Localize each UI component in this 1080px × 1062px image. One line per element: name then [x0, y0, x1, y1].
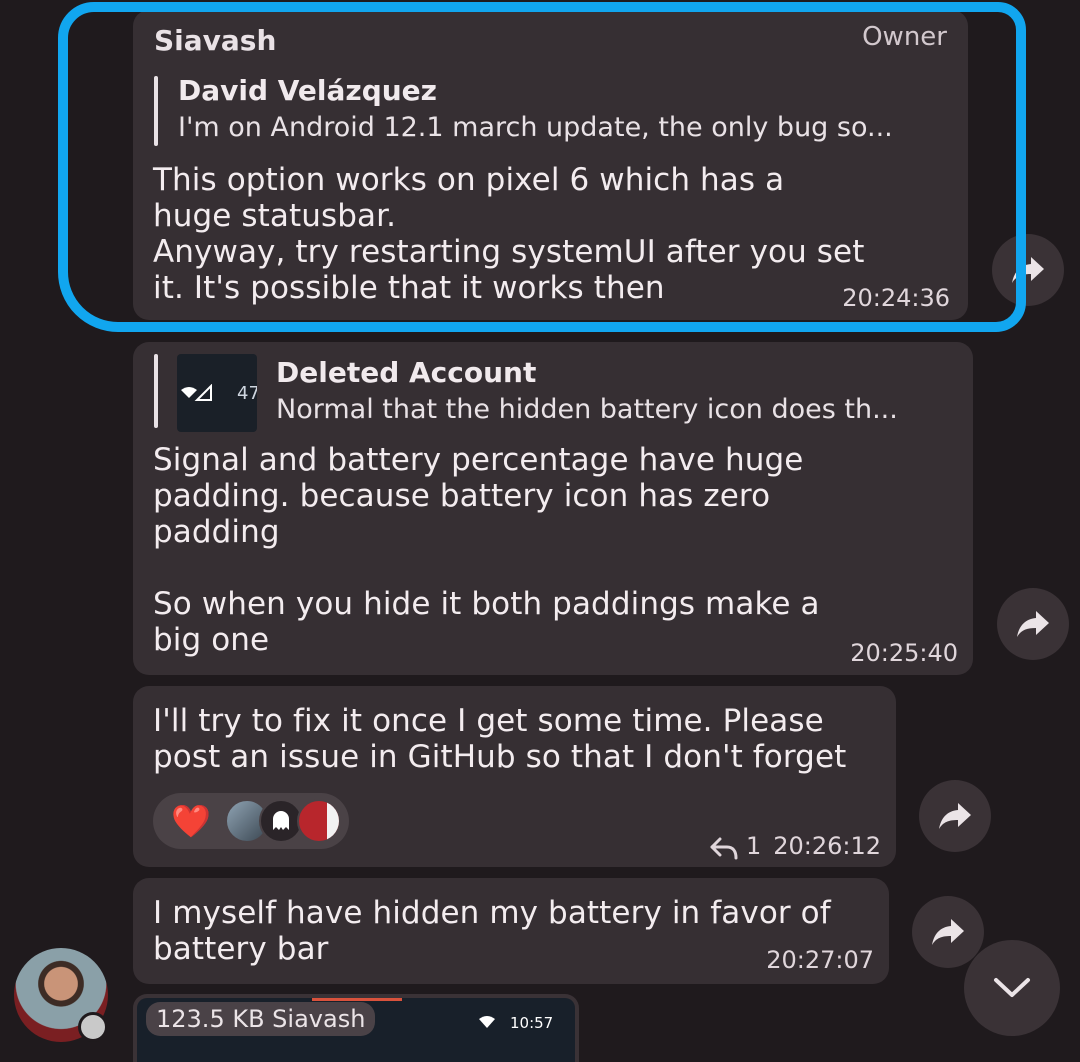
message-bubble-2[interactable]: 47 Deleted Account Normal that the hidde… [133, 342, 973, 675]
reply-bar [154, 76, 158, 146]
online-status-dot [78, 1012, 108, 1042]
message-text: I'll try to fix it once I get some time.… [153, 703, 847, 775]
file-size-label: 123.5 KB Siavash [146, 1002, 376, 1036]
message-bubble-1[interactable]: Siavash Owner David Velázquez I'm on And… [133, 10, 968, 320]
message-time: 20:25:40 [850, 639, 958, 667]
media-message[interactable]: 123.5 KB Siavash 10:57 [133, 994, 579, 1062]
reply-count[interactable]: 1 [746, 832, 761, 860]
forward-arrow-icon [932, 919, 964, 945]
signal-icon [181, 384, 212, 401]
scroll-down-button[interactable] [964, 940, 1060, 1036]
reply-arrow-icon [710, 837, 738, 860]
reply-thumbnail: 47 [177, 354, 257, 432]
forward-button[interactable] [919, 780, 991, 852]
reply-preview-text[interactable]: I'm on Android 12.1 march update, the on… [178, 112, 893, 143]
reply-preview-text[interactable]: Normal that the hidden battery icon does… [276, 394, 898, 425]
forward-button[interactable] [992, 234, 1064, 306]
ghost-icon [273, 811, 289, 830]
reactor-avatar-3 [297, 799, 341, 843]
message-time: 20:26:12 [773, 832, 881, 860]
preview-clock: 10:57 [510, 1014, 554, 1032]
reactions-bar[interactable]: ❤️ [153, 793, 349, 849]
message-text: This option works on pixel 6 which has a… [153, 162, 865, 306]
message-time: 20:27:07 [766, 946, 874, 974]
reply-bar [154, 354, 158, 428]
chevron-down-icon [994, 978, 1030, 997]
forward-arrow-icon [1012, 257, 1044, 283]
message-time: 20:24:36 [842, 284, 950, 312]
thumbnail-number: 47 [237, 383, 257, 404]
owner-badge: Owner [862, 22, 947, 52]
reply-sender-name[interactable]: Deleted Account [276, 356, 536, 389]
reply-sender-name[interactable]: David Velázquez [178, 74, 437, 107]
heart-reaction-icon: ❤️ [171, 802, 211, 840]
forward-arrow-icon [939, 803, 971, 829]
sender-name[interactable]: Siavash [154, 24, 276, 57]
forward-arrow-icon [1017, 611, 1049, 637]
message-text: Signal and battery percentage have huge … [153, 442, 820, 658]
forward-button[interactable] [997, 588, 1069, 660]
forward-button[interactable] [912, 896, 984, 968]
wifi-icon [479, 1016, 495, 1028]
message-bubble-3[interactable]: I'll try to fix it once I get some time.… [133, 686, 896, 867]
message-bubble-4[interactable]: I myself have hidden my battery in favor… [133, 878, 889, 984]
